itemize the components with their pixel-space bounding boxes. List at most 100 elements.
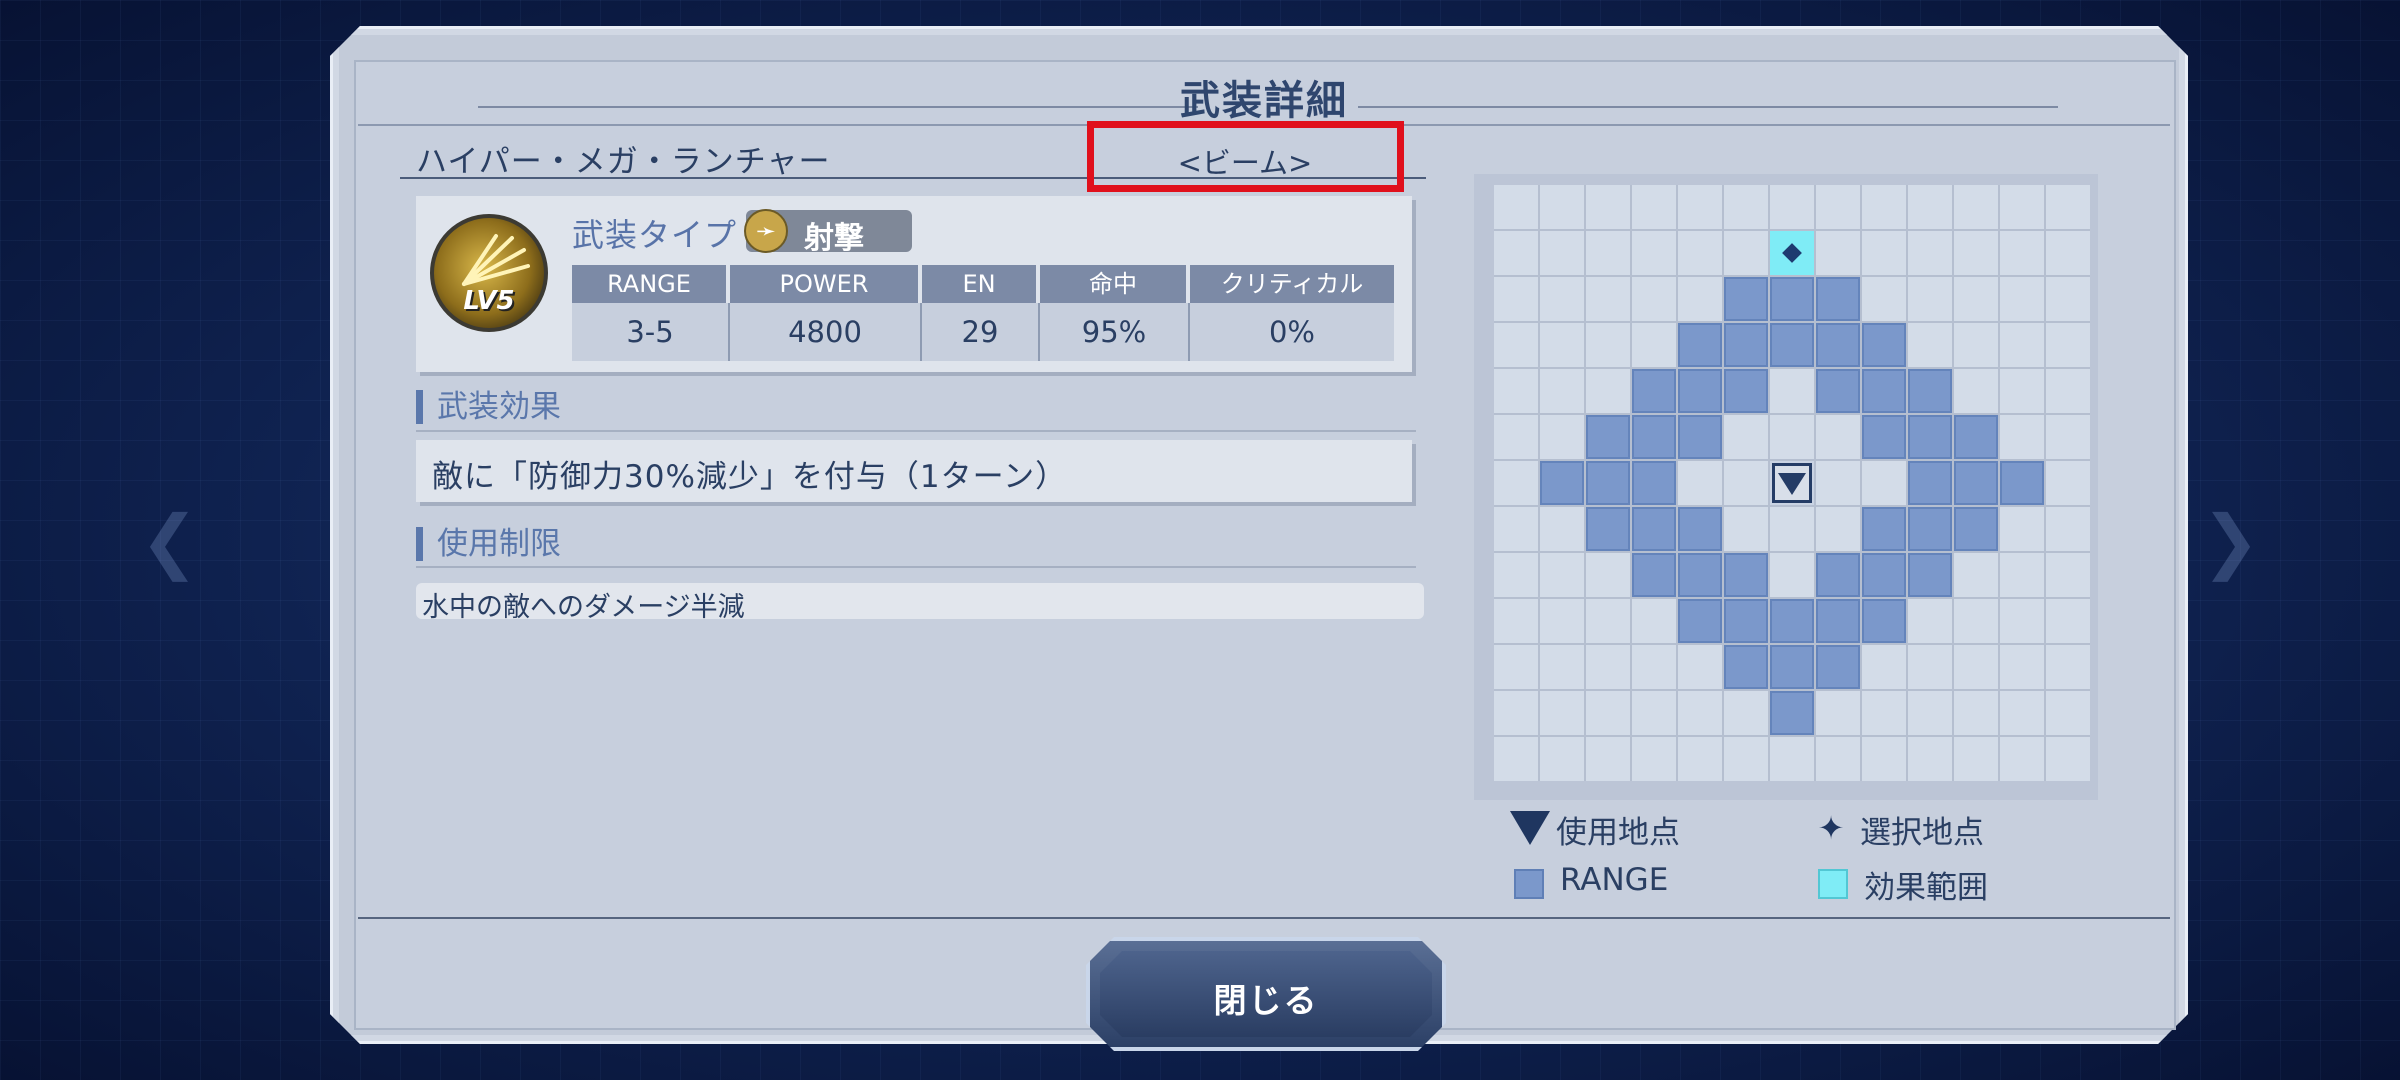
grid-cell-range <box>1770 645 1814 689</box>
grid-cell <box>2000 185 2044 229</box>
grid-cell <box>1862 737 1906 781</box>
grid-cell <box>1494 369 1538 413</box>
grid-cell <box>1908 323 1952 367</box>
grid-cell <box>1862 185 1906 229</box>
stat-header-critical: クリティカル <box>1190 265 1394 303</box>
grid-cell <box>1586 737 1630 781</box>
grid-cell <box>1724 737 1768 781</box>
grid-cell <box>1724 231 1768 275</box>
title-bar: 武装詳細 <box>358 62 2170 126</box>
grid-cell <box>1770 737 1814 781</box>
grid-cell-range <box>1954 415 1998 459</box>
stat-header-en: EN <box>922 265 1040 303</box>
weapon-type-pill: ➛ 射撃 <box>744 209 912 256</box>
grid-cell <box>2046 369 2090 413</box>
weapon-type-value: 射撃 <box>804 221 864 256</box>
grid-cell <box>2046 599 2090 643</box>
grid-cell <box>2000 277 2044 321</box>
grid-cell <box>1954 323 1998 367</box>
grid-cell-range <box>1816 599 1860 643</box>
grid-cell <box>2000 553 2044 597</box>
grid-cell <box>1678 645 1722 689</box>
grid-cell <box>1632 691 1676 735</box>
grid-cell <box>1678 737 1722 781</box>
grid-cell <box>2046 323 2090 367</box>
grid-cell-range <box>1678 415 1722 459</box>
grid-cell-range <box>1908 507 1952 551</box>
grid-cell <box>2046 507 2090 551</box>
grid-cell <box>1908 691 1952 735</box>
grid-cell <box>1540 415 1584 459</box>
stat-value-range: 3-5 <box>572 303 730 361</box>
dialog-title: 武装詳細 <box>1180 78 1348 124</box>
range-grid <box>1494 185 2090 781</box>
grid-cell <box>1586 599 1630 643</box>
grid-cell <box>1540 737 1584 781</box>
grid-cell <box>2046 277 2090 321</box>
shoot-icon: ➛ <box>744 209 788 253</box>
divider <box>358 917 2170 919</box>
grid-cell <box>2000 645 2044 689</box>
grid-cell <box>1632 599 1676 643</box>
grid-cell <box>1770 553 1814 597</box>
grid-cell <box>1908 231 1952 275</box>
grid-cell-range <box>1816 277 1860 321</box>
grid-cell-range <box>1678 507 1722 551</box>
grid-cell <box>1724 415 1768 459</box>
effects-box: 敵に「防御力30%減少」を付与（1ターン） <box>416 440 1412 502</box>
grid-cell-range <box>1678 599 1722 643</box>
stat-value-critical: 0% <box>1190 303 1394 361</box>
grid-cell <box>1540 645 1584 689</box>
grid-cell <box>1494 553 1538 597</box>
grid-cell <box>1494 461 1538 505</box>
grid-cell-range <box>1862 415 1906 459</box>
grid-cell <box>1540 507 1584 551</box>
legend-use-point-label: 使用地点 <box>1556 815 1680 851</box>
grid-cell-range <box>1862 369 1906 413</box>
grid-cell <box>2046 691 2090 735</box>
left-arrow-icon: ❮ <box>140 500 199 582</box>
grid-cell <box>1954 369 1998 413</box>
close-button[interactable]: 閉じる <box>1086 937 1446 1051</box>
grid-cell <box>1724 691 1768 735</box>
divider <box>416 566 1416 568</box>
grid-cell <box>2046 231 2090 275</box>
grid-cell <box>1632 645 1676 689</box>
grid-cell <box>1908 645 1952 689</box>
weapon-level-badge: LV5 <box>430 214 548 332</box>
grid-cell-range <box>1908 553 1952 597</box>
grid-cell <box>1770 507 1814 551</box>
grid-cell <box>1862 645 1906 689</box>
effects-heading: 武装効果 <box>416 390 561 424</box>
grid-cell <box>1954 185 1998 229</box>
grid-cell <box>1586 645 1630 689</box>
grid-cell-range <box>1908 461 1952 505</box>
grid-cell <box>1540 599 1584 643</box>
grid-cell <box>1678 691 1722 735</box>
grid-cell <box>1770 185 1814 229</box>
grid-cell-range <box>1908 415 1952 459</box>
grid-cell-range <box>1724 369 1768 413</box>
grid-cell <box>1540 231 1584 275</box>
grid-cell <box>1816 231 1860 275</box>
grid-cell <box>1862 461 1906 505</box>
grid-cell <box>2000 737 2044 781</box>
grid-cell <box>1770 415 1814 459</box>
grid-cell <box>2046 737 2090 781</box>
grid-cell <box>1586 691 1630 735</box>
grid-cell <box>1540 553 1584 597</box>
weapon-type-label: 武装タイプ <box>572 216 738 254</box>
grid-cell <box>1770 369 1814 413</box>
close-button-label: 閉じる <box>1213 981 1319 1020</box>
level-text: LV5 <box>463 286 515 316</box>
grid-cell-range <box>2000 461 2044 505</box>
grid-cell <box>1862 231 1906 275</box>
grid-cell <box>1954 277 1998 321</box>
grid-cell <box>1586 323 1630 367</box>
grid-cell-range <box>1586 507 1630 551</box>
grid-cell <box>1540 277 1584 321</box>
grid-cell <box>1494 737 1538 781</box>
grid-cell <box>1540 323 1584 367</box>
grid-cell <box>1586 185 1630 229</box>
stat-value-accuracy: 95% <box>1040 303 1190 361</box>
